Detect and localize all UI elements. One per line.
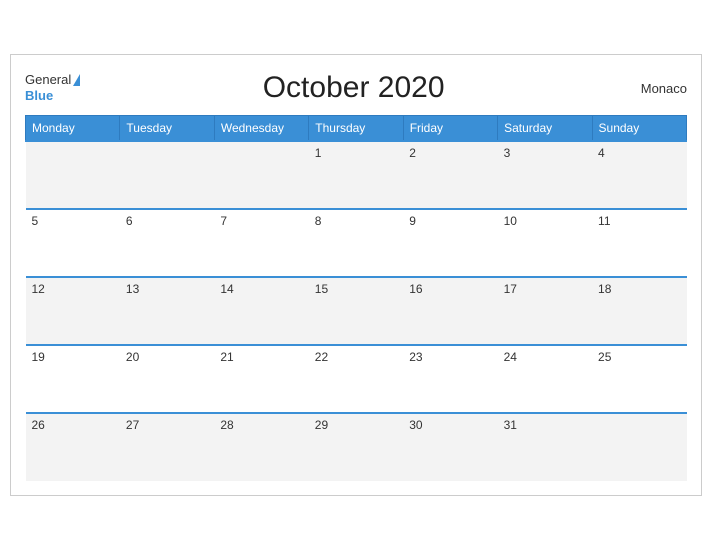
day-number: 17 <box>504 282 517 296</box>
day-number: 24 <box>504 350 517 364</box>
calendar-container: General Blue October 2020 Monaco Monday … <box>10 54 702 496</box>
day-number: 6 <box>126 214 133 228</box>
day-number: 22 <box>315 350 328 364</box>
calendar-day-cell: 21 <box>214 345 308 413</box>
calendar-day-cell: 16 <box>403 277 497 345</box>
day-number: 28 <box>220 418 233 432</box>
calendar-day-cell: 28 <box>214 413 308 481</box>
calendar-day-cell: 18 <box>592 277 686 345</box>
calendar-day-cell: 30 <box>403 413 497 481</box>
header-saturday: Saturday <box>498 116 592 142</box>
calendar-day-cell: 23 <box>403 345 497 413</box>
calendar-day-cell: 7 <box>214 209 308 277</box>
day-number: 8 <box>315 214 322 228</box>
calendar-day-cell: 24 <box>498 345 592 413</box>
header-monday: Monday <box>26 116 120 142</box>
calendar-body: 1234567891011121314151617181920212223242… <box>26 141 687 481</box>
day-number: 4 <box>598 146 605 160</box>
day-number: 12 <box>32 282 45 296</box>
header-friday: Friday <box>403 116 497 142</box>
day-number: 9 <box>409 214 416 228</box>
day-number: 14 <box>220 282 233 296</box>
day-number: 5 <box>32 214 39 228</box>
calendar-day-cell: 2 <box>403 141 497 209</box>
header-thursday: Thursday <box>309 116 403 142</box>
calendar-title: October 2020 <box>80 71 627 105</box>
calendar-day-cell: 4 <box>592 141 686 209</box>
calendar-week-row: 12 13 14 15 16 17 18 <box>26 277 687 345</box>
day-number: 29 <box>315 418 328 432</box>
calendar-week-row: 19 20 21 22 23 24 25 <box>26 345 687 413</box>
day-number: 7 <box>220 214 227 228</box>
calendar-day-cell: 17 <box>498 277 592 345</box>
calendar-day-cell: 6 <box>120 209 214 277</box>
calendar-day-cell: 1 <box>309 141 403 209</box>
calendar-day-cell: 31 <box>498 413 592 481</box>
logo-blue-text: Blue <box>25 88 80 104</box>
day-number: 25 <box>598 350 611 364</box>
calendar-week-row: 26 27 28 29 30 31 <box>26 413 687 481</box>
day-number: 20 <box>126 350 139 364</box>
calendar-day-cell: 14 <box>214 277 308 345</box>
day-number: 23 <box>409 350 422 364</box>
calendar-day-cell: 13 <box>120 277 214 345</box>
calendar-country: Monaco <box>627 81 687 96</box>
calendar-day-cell <box>214 141 308 209</box>
day-number: 1 <box>315 146 322 160</box>
logo-triangle-icon <box>73 74 80 86</box>
day-number: 2 <box>409 146 416 160</box>
logo-general-text: General <box>25 72 80 88</box>
calendar-day-cell: 11 <box>592 209 686 277</box>
logo: General Blue <box>25 72 80 103</box>
day-number: 3 <box>504 146 511 160</box>
day-number: 13 <box>126 282 139 296</box>
calendar-week-row: 1 2 3 4 <box>26 141 687 209</box>
header-sunday: Sunday <box>592 116 686 142</box>
calendar-week-row: 5 6 7 8 9 10 11 <box>26 209 687 277</box>
calendar-day-cell: 22 <box>309 345 403 413</box>
calendar-day-cell: 20 <box>120 345 214 413</box>
calendar-day-cell: 8 <box>309 209 403 277</box>
calendar-day-cell: 12 <box>26 277 120 345</box>
day-number: 27 <box>126 418 139 432</box>
calendar-day-cell: 19 <box>26 345 120 413</box>
day-number: 19 <box>32 350 45 364</box>
calendar-day-cell: 27 <box>120 413 214 481</box>
calendar-day-cell: 15 <box>309 277 403 345</box>
calendar-day-cell: 3 <box>498 141 592 209</box>
day-number: 26 <box>32 418 45 432</box>
calendar-day-cell: 9 <box>403 209 497 277</box>
calendar-day-cell: 25 <box>592 345 686 413</box>
calendar-day-cell <box>26 141 120 209</box>
day-number: 30 <box>409 418 422 432</box>
weekday-header-row: Monday Tuesday Wednesday Thursday Friday… <box>26 116 687 142</box>
calendar-header: General Blue October 2020 Monaco <box>25 71 687 105</box>
day-number: 18 <box>598 282 611 296</box>
calendar-day-cell <box>592 413 686 481</box>
day-number: 21 <box>220 350 233 364</box>
calendar-day-cell: 26 <box>26 413 120 481</box>
calendar-thead: Monday Tuesday Wednesday Thursday Friday… <box>26 116 687 142</box>
calendar-day-cell: 10 <box>498 209 592 277</box>
header-tuesday: Tuesday <box>120 116 214 142</box>
day-number: 15 <box>315 282 328 296</box>
calendar-day-cell: 5 <box>26 209 120 277</box>
day-number: 31 <box>504 418 517 432</box>
calendar-day-cell <box>120 141 214 209</box>
day-number: 10 <box>504 214 517 228</box>
day-number: 16 <box>409 282 422 296</box>
header-wednesday: Wednesday <box>214 116 308 142</box>
calendar-table: Monday Tuesday Wednesday Thursday Friday… <box>25 115 687 481</box>
day-number: 11 <box>598 214 610 228</box>
calendar-day-cell: 29 <box>309 413 403 481</box>
